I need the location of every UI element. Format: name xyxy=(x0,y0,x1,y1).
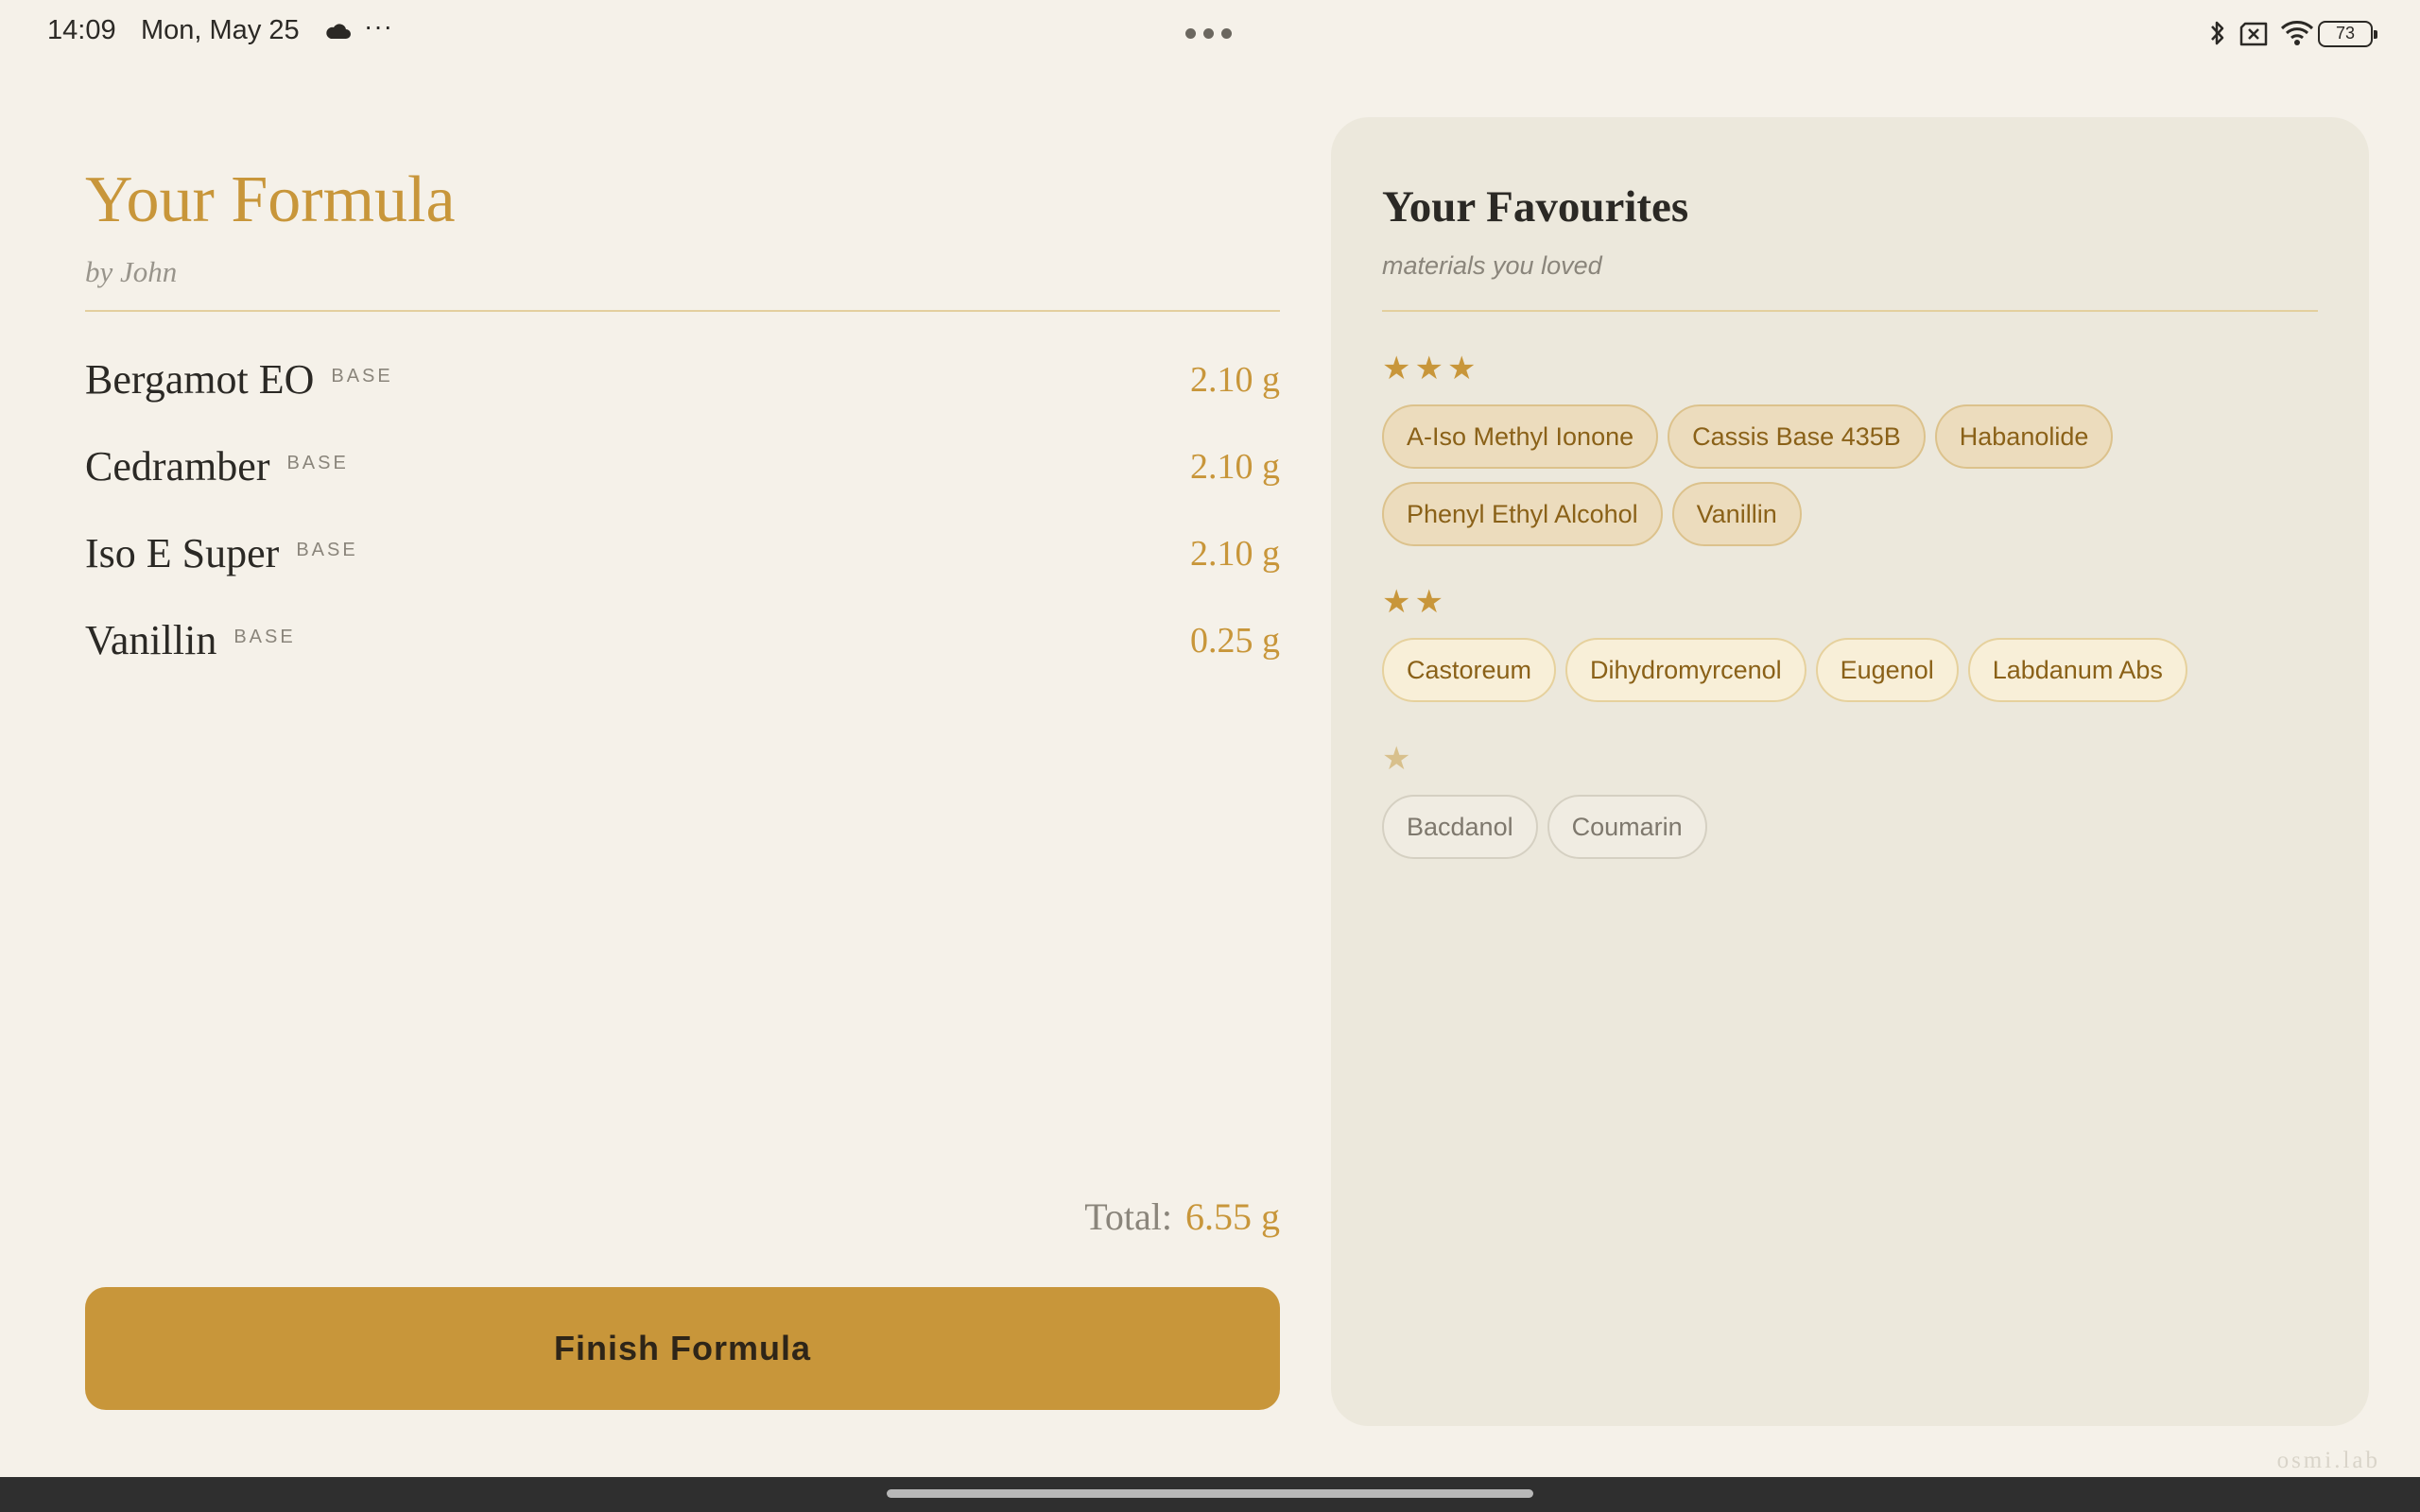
navigation-bar xyxy=(0,1477,2420,1512)
chip-list: A-Iso Methyl Ionone Cassis Base 435B Haban… xyxy=(1382,404,2327,559)
ingredient-name: Iso E Super xyxy=(85,530,280,576)
status-time: 14:09 xyxy=(47,15,116,45)
finish-formula-button[interactable]: Finish Formula xyxy=(85,1287,1280,1410)
wifi-icon xyxy=(2280,21,2314,45)
ingredient-amount: 2.10 g xyxy=(1190,534,1280,574)
status-bar: 14:09 Mon, May 25 ··· 73 xyxy=(0,0,2420,66)
battery-level: 73 xyxy=(2318,21,2377,47)
ingredient-row[interactable]: Bergamot EO BASE 2.10 g xyxy=(85,355,1280,442)
ingredient-name: Vanillin xyxy=(85,617,217,663)
favourite-chip[interactable]: Labdanum Abs xyxy=(1967,638,2187,702)
ingredient-tag: BASE xyxy=(331,366,393,387)
ingredient-row[interactable]: Iso E Super BASE 2.10 g xyxy=(85,529,1280,616)
favourites-panel: Your Favourites materials you loved ★★★ … xyxy=(1331,117,2369,1426)
favourites-group-3-stars: ★★★ A-Iso Methyl Ionone Cassis Base 435B H… xyxy=(1382,350,2327,559)
ingredient-name: Cedramber xyxy=(85,443,270,490)
ingredient-row[interactable]: Vanillin BASE 0.25 g xyxy=(85,616,1280,703)
formula-total: Total: 6.55 g xyxy=(85,1194,1280,1239)
ingredient-row[interactable]: Cedramber BASE 2.10 g xyxy=(85,442,1280,529)
favourite-chip[interactable]: Phenyl Ethyl Alcohol xyxy=(1382,482,1663,546)
favourite-chip[interactable]: Dihydromyrcenol xyxy=(1565,638,1806,702)
brand-watermark: osmi.lab xyxy=(2276,1448,2380,1473)
ingredient-amount: 2.10 g xyxy=(1190,447,1280,487)
total-label: Total: xyxy=(1084,1195,1172,1238)
favourite-chip[interactable]: A-Iso Methyl Ionone xyxy=(1382,404,1659,469)
favourite-chip[interactable]: Bacdanol xyxy=(1382,795,1538,859)
favourite-chip[interactable]: Coumarin xyxy=(1547,795,1707,859)
multitask-dots-icon[interactable] xyxy=(1185,28,1233,40)
favourites-title: Your Favourites xyxy=(1382,182,1689,232)
favourite-chip[interactable]: Habanolide xyxy=(1934,404,2114,469)
ingredient-tag: BASE xyxy=(286,453,349,473)
formula-ingredient-list: Bergamot EO BASE 2.10 g Cedramber BASE 2.1… xyxy=(85,355,1280,703)
formula-divider xyxy=(85,310,1280,312)
favourites-subtitle: materials you loved xyxy=(1382,251,1602,280)
favourite-chip[interactable]: Castoreum xyxy=(1382,638,1557,702)
favourites-divider xyxy=(1382,310,2318,312)
status-date: Mon, May 25 xyxy=(141,15,300,45)
app-screen: 14:09 Mon, May 25 ··· 73 Your Formula by… xyxy=(0,0,2420,1512)
chip-list: Castoreum Dihydromyrcenol Eugenol Labdanum … xyxy=(1382,638,2327,715)
ingredient-amount: 2.10 g xyxy=(1190,360,1280,400)
star-rating-icon: ★ xyxy=(1382,741,1415,777)
favourite-chip[interactable]: Vanillin xyxy=(1671,482,1802,546)
chip-list: Bacdanol Coumarin xyxy=(1382,795,2327,872)
no-sim-icon xyxy=(2239,22,2268,46)
formula-author: by John xyxy=(85,255,178,288)
status-more-indicator: ··· xyxy=(364,11,393,41)
status-icons: 73 xyxy=(2208,17,2377,49)
ingredient-amount: 0.25 g xyxy=(1190,621,1280,661)
favourites-group-1-star: ★ Bacdanol Coumarin xyxy=(1382,740,2327,872)
favourite-chip[interactable]: Eugenol xyxy=(1815,638,1959,702)
formula-title: Your Formula xyxy=(85,163,456,236)
favourites-group-2-stars: ★★ Castoreum Dihydromyrcenol Eugenol Labdan… xyxy=(1382,583,2327,715)
star-rating-icon: ★★★ xyxy=(1382,351,1480,387)
ingredient-tag: BASE xyxy=(233,627,296,647)
home-gesture-handle[interactable] xyxy=(887,1489,1533,1498)
ingredient-tag: BASE xyxy=(296,540,358,560)
formula-panel: Your Formula by John Bergamot EO BASE 2.1… xyxy=(85,159,1280,703)
ingredient-name: Bergamot EO xyxy=(85,356,315,403)
cloud-icon xyxy=(326,24,351,39)
total-value: 6.55 g xyxy=(1185,1195,1280,1238)
star-rating-icon: ★★ xyxy=(1382,584,1447,620)
bluetooth-icon xyxy=(2211,21,2224,45)
favourite-chip[interactable]: Cassis Base 435B xyxy=(1668,404,1926,469)
